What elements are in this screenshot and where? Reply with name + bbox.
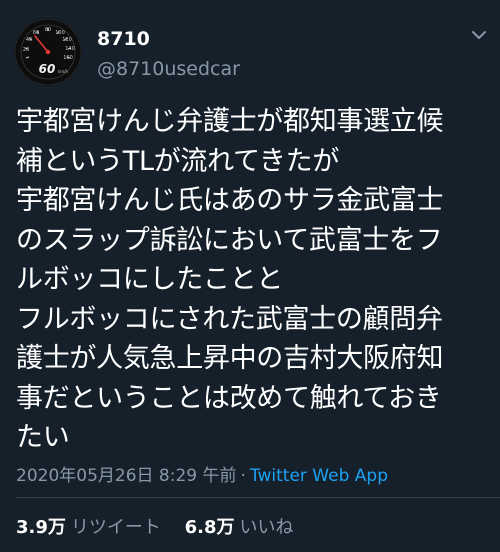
tweet-line: フルボッコにされた武富士の顧問弁: [16, 303, 443, 335]
dial-label: 140: [65, 46, 75, 52]
divider: [16, 497, 500, 498]
likes-stat[interactable]: 6.8万 いいね: [185, 517, 294, 538]
tweet-line: たい: [16, 422, 70, 453]
tweet-header: 40 60 80 100 120 140 160 20 60 km/h 8710…: [0, 0, 500, 96]
dial-label: 20: [23, 47, 29, 53]
tweet-text: 宇都宮けんじ弁護士が都知事選立候 補というTLが流れてきたが 宇都宮けんじ氏はあ…: [16, 102, 496, 458]
dial-label: 100: [55, 30, 65, 36]
tweet-timestamp[interactable]: 2020年05月26日 8:29 午前: [16, 466, 237, 486]
engagement-stats: 3.9万 リツイート 6.8万 いいね: [16, 513, 312, 539]
tweet-line: 事だということは改めて触れておき: [16, 382, 442, 414]
tweet-line: ルボッコにしたことと: [16, 264, 283, 295]
dial-label: 160: [63, 55, 73, 61]
retweets-stat[interactable]: 3.9万 リツイート: [16, 517, 161, 538]
tweet-line: 護士が人気急上昇中の吉村大阪府知: [16, 343, 444, 374]
retweets-count: 3.9万: [16, 517, 66, 538]
dial-label: 80: [45, 27, 51, 33]
retweets-label: リツイート: [70, 517, 161, 538]
avatar[interactable]: 40 60 80 100 120 140 160 20 60 km/h: [14, 18, 82, 86]
tweet-line: 宇都宮けんじ弁護士が都知事選立候: [16, 106, 444, 137]
chevron-down-icon[interactable]: [468, 24, 490, 46]
dial-label: 120: [62, 37, 72, 43]
user-handle[interactable]: @8710usedcar: [97, 58, 240, 80]
speed-unit: km/h: [58, 69, 69, 74]
speedometer-icon: 40 60 80 100 120 140 160 20 60 km/h: [14, 18, 82, 86]
speed-readout: 60: [39, 62, 56, 76]
tweet-source-link[interactable]: Twitter Web App: [250, 466, 388, 486]
meta-separator: ·: [240, 466, 246, 486]
display-name[interactable]: 8710: [97, 28, 150, 50]
likes-label: いいね: [239, 517, 294, 538]
likes-count: 6.8万: [184, 517, 235, 538]
tweet-line: 補というTLが流れてきたが: [16, 145, 340, 177]
tweet-meta: 2020年05月26日 8:29 午前 · Twitter Web App: [16, 461, 388, 486]
tweet-line: 宇都宮けんじ氏はあのサラ金武富士: [16, 185, 444, 216]
tweet-line: のスラップ訴訟において武富士をフ: [16, 224, 443, 256]
dial-label: 60: [33, 30, 39, 36]
dial-label: 40: [26, 37, 32, 43]
